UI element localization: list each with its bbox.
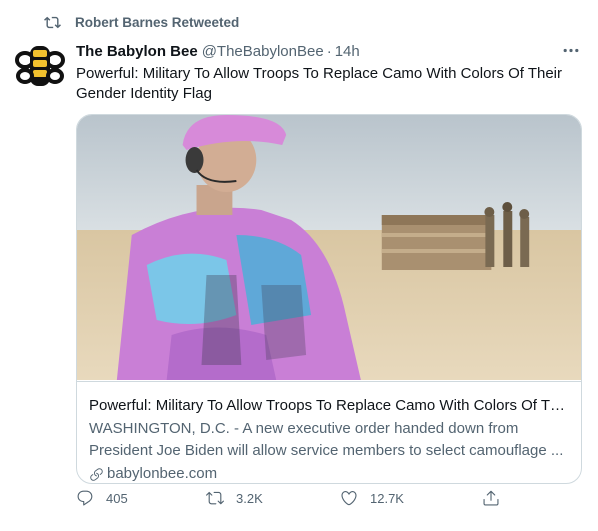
retweet-icon <box>206 491 224 505</box>
retweet-count: 3.2K <box>236 490 263 506</box>
heart-icon <box>341 491 357 506</box>
like-count: 12.7K <box>370 490 404 506</box>
card-domain[interactable]: babylonbee.com <box>89 463 569 483</box>
link-icon <box>90 467 103 481</box>
link-card[interactable]: Powerful: Military To Allow Troops To Re… <box>76 114 582 484</box>
card-description: WASHINGTON, D.C. - A new executive order… <box>89 418 569 462</box>
tweet-text-line: Powerful: Military To Allow Troops To Re… <box>76 65 563 82</box>
like-button[interactable]: 12.7K <box>340 489 404 507</box>
card-title[interactable]: Powerful: Military To Allow Troops To Re… <box>89 396 569 416</box>
card-body: Powerful: Military To Allow Troops To Re… <box>77 381 581 483</box>
tweet-text-line: Gender Identity Flag <box>76 84 212 102</box>
author-name[interactable]: The Babylon Bee <box>76 43 198 60</box>
retweet-button[interactable]: 3.2K <box>206 489 263 507</box>
author-handle[interactable]: @TheBabylonBee <box>202 43 324 60</box>
card-description-line: President Joe Biden will allow service m… <box>89 442 564 459</box>
reply-icon <box>77 490 93 506</box>
separator-dot: · <box>326 42 332 60</box>
tweet-text: Powerful: Military To Allow Troops To Re… <box>76 64 576 103</box>
more-options-button[interactable] <box>560 40 582 60</box>
reply-count: 405 <box>106 490 128 506</box>
retweeted-by-label: Robert Barnes Retweeted <box>75 14 240 30</box>
card-description-line: WASHINGTON, D.C. - A new executive order… <box>89 420 519 437</box>
retweet-icon <box>44 16 61 28</box>
tweet-timestamp[interactable]: 14h <box>335 43 360 60</box>
card-domain-text: babylonbee.com <box>107 465 218 482</box>
retweet-context[interactable]: Robert Barnes Retweeted <box>44 12 239 32</box>
tweet-header: The Babylon Bee @TheBabylonBee · 14h <box>76 41 548 61</box>
more-options-icon <box>563 48 579 52</box>
share-button[interactable] <box>482 489 500 507</box>
share-icon <box>483 490 499 506</box>
avatar[interactable] <box>15 40 65 90</box>
card-image <box>77 115 581 380</box>
reply-button[interactable]: 405 <box>76 489 128 507</box>
